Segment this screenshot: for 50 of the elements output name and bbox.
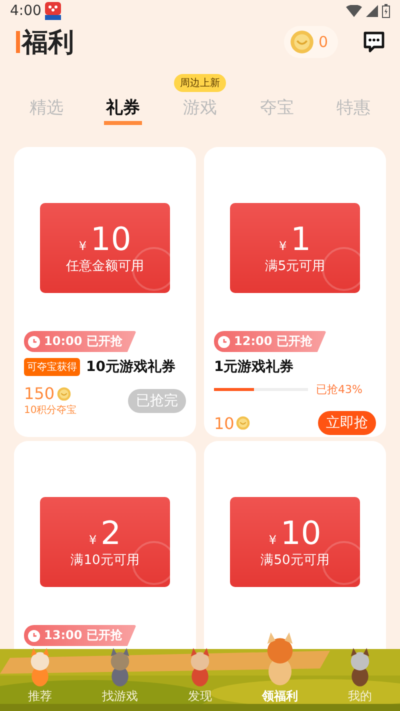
nav-tab[interactable]: 我的	[320, 647, 400, 711]
new-badge: 周边上新	[174, 74, 226, 92]
battery-icon	[382, 4, 390, 18]
category-tab[interactable]: 精选	[27, 96, 66, 125]
clock-icon	[218, 336, 230, 348]
currency-sign: ¥	[89, 533, 97, 547]
message-icon[interactable]	[362, 30, 386, 54]
stamp-icon	[132, 247, 170, 291]
coin-price: 10	[214, 414, 234, 432]
wifi-icon	[346, 5, 362, 17]
coupon-tag: 可夺宝获得	[24, 358, 80, 376]
status-time: 4:00	[10, 3, 42, 19]
coupon-name: 1元游戏礼券	[214, 358, 294, 376]
coin-icon	[290, 30, 314, 54]
coupon-amount: 10	[90, 221, 132, 257]
currency-sign: ¥	[279, 239, 287, 253]
coin-icon	[56, 386, 71, 400]
nav-tab[interactable]: 找游戏	[80, 647, 160, 711]
nav-tab[interactable]: 发现	[160, 647, 240, 711]
grab-button[interactable]: 立即抢	[318, 411, 376, 435]
progress-text: 已抢43%	[316, 382, 362, 397]
category-tab[interactable]: 特惠	[334, 96, 373, 125]
coupon-condition: 任意金额可用	[66, 258, 144, 275]
start-time-tag: 12:00 已开抢	[214, 331, 326, 352]
coin-balance[interactable]: 0	[284, 26, 338, 58]
coupon-amount: 2	[100, 515, 121, 551]
app-notification-icon	[45, 2, 62, 20]
coupon-name: 10元游戏礼券	[86, 358, 176, 376]
currency-sign: ¥	[78, 239, 86, 253]
coupon-amount: 1	[290, 221, 311, 257]
coupon-condition: 满5元可用	[264, 258, 326, 275]
page-title: 福利	[22, 26, 74, 60]
clock-icon	[28, 336, 40, 348]
start-time-tag: 10:00 已开抢	[24, 331, 136, 352]
signal-icon	[366, 5, 378, 17]
coin-price: 150	[24, 384, 55, 403]
category-tab[interactable]: 礼券	[104, 96, 142, 125]
coupon-condition: 满50元可用	[260, 552, 330, 569]
start-time-tag: 13:00 已开抢	[24, 625, 136, 646]
nav-tab[interactable]: 领福利	[240, 631, 320, 711]
coupon-amount: 10	[280, 515, 322, 551]
category-tab[interactable]: 夺宝	[258, 96, 296, 125]
coin-icon	[236, 416, 250, 430]
clock-icon	[28, 630, 40, 642]
currency-sign: ¥	[268, 533, 276, 547]
price-note: 10积分夺宝	[24, 404, 77, 417]
nav-tab[interactable]: 推荐	[0, 647, 80, 711]
category-tab[interactable]: 游戏	[180, 96, 219, 125]
stamp-icon	[322, 247, 360, 291]
coupon-condition: 满10元可用	[70, 552, 140, 569]
